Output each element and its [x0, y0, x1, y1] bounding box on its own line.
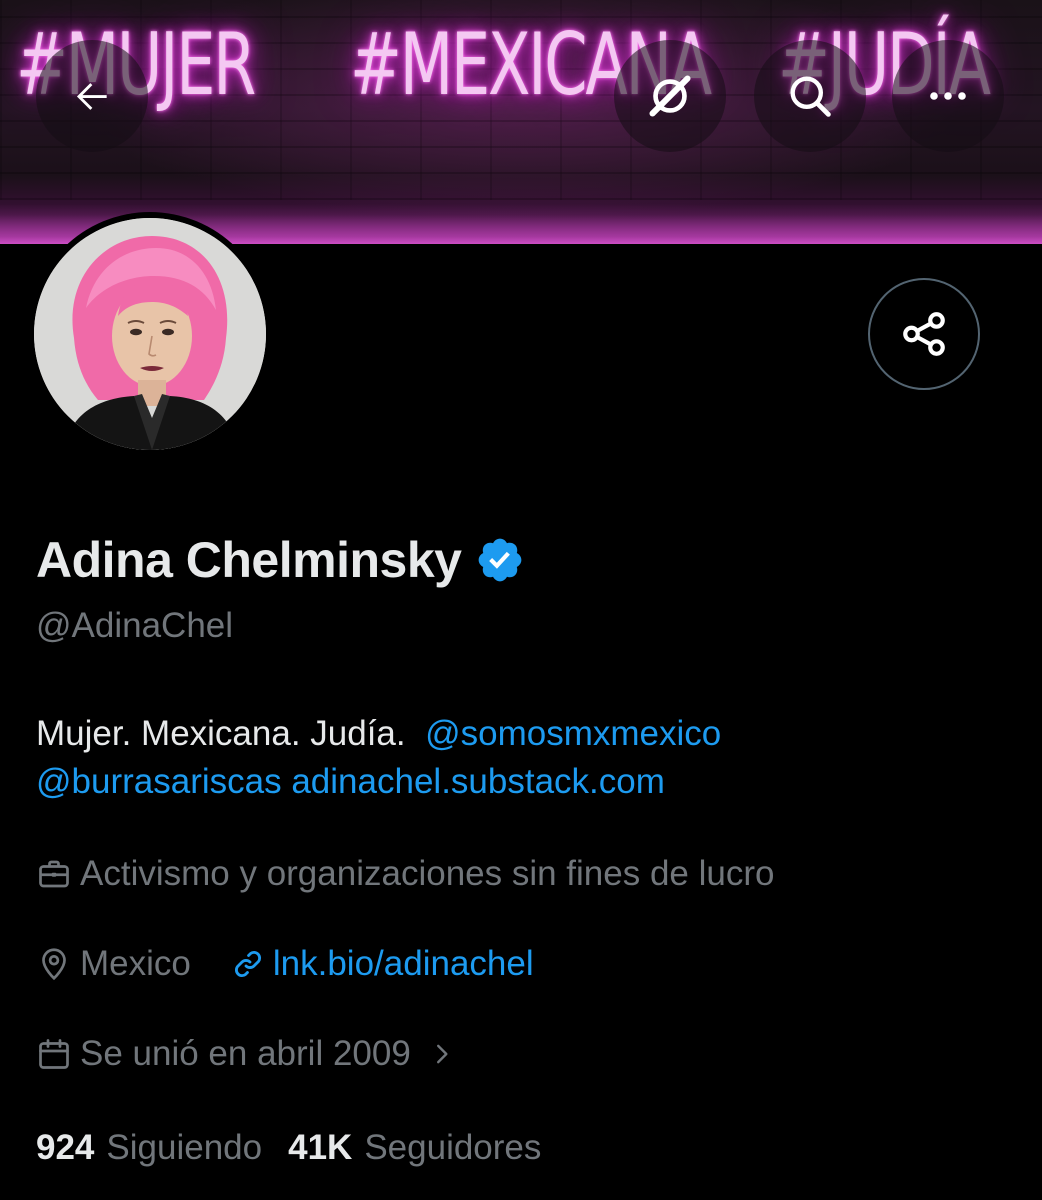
chevron-right-icon	[436, 1044, 448, 1064]
back-arrow-icon	[76, 83, 107, 110]
back-button[interactable]	[36, 40, 148, 152]
profile-name-row: Adina Chelminsky	[36, 528, 525, 592]
more-icon	[930, 92, 966, 100]
grok-button[interactable]	[614, 40, 726, 152]
grok-icon	[649, 75, 691, 117]
profile-stats: 924 Siguiendo 41K Seguidores	[36, 1124, 541, 1172]
briefcase-icon	[39, 860, 69, 888]
profile-bio: Mujer. Mexicana. Judía. @somosmxmexico @…	[36, 710, 996, 806]
search-icon	[790, 76, 831, 117]
bio-link-substack[interactable]: adinachel.substack.com	[291, 762, 665, 801]
followers-count[interactable]: 41K	[288, 1128, 352, 1168]
share-button[interactable]	[868, 278, 980, 390]
following-count[interactable]: 924	[36, 1128, 94, 1168]
profile-banner[interactable]: #MUJER #MEXICANA #JUDÍA	[0, 0, 1042, 244]
profile-handle: @AdinaChel	[36, 606, 234, 645]
profile-website-link[interactable]: lnk.bio/adinachel	[273, 944, 534, 984]
following-label[interactable]: Siguiendo	[106, 1128, 262, 1168]
calendar-icon	[39, 1039, 69, 1069]
profile-joined-row[interactable]: Se unió en abril 2009	[36, 1030, 455, 1078]
profile-category-row: Activismo y organizaciones sin fines de …	[36, 850, 774, 898]
location-pin-icon	[42, 948, 66, 981]
avatar-photo	[34, 218, 266, 450]
bio-text: Mujer. Mexicana. Judía.	[36, 714, 406, 753]
bio-mention-somosmxmexico[interactable]: @somosmxmexico	[425, 714, 721, 753]
profile-location: Mexico	[80, 944, 191, 983]
avatar-portrait-illustration	[34, 218, 266, 450]
share-icon	[903, 312, 945, 356]
search-button[interactable]	[754, 40, 866, 152]
bio-mention-burrasariscas[interactable]: @burrasariscas	[36, 762, 282, 801]
profile-category: Activismo y organizaciones sin fines de …	[80, 854, 775, 893]
link-icon	[234, 950, 261, 978]
followers-label[interactable]: Seguidores	[364, 1128, 541, 1168]
verified-badge-icon[interactable]	[475, 535, 525, 585]
profile-name: Adina Chelminsky	[36, 532, 462, 588]
profile-joined-date: Se unió en abril 2009	[80, 1034, 411, 1073]
more-button[interactable]	[892, 40, 1004, 152]
profile-location-row: Mexico lnk.bio/adinachel	[36, 940, 534, 988]
profile-avatar[interactable]	[28, 212, 272, 456]
